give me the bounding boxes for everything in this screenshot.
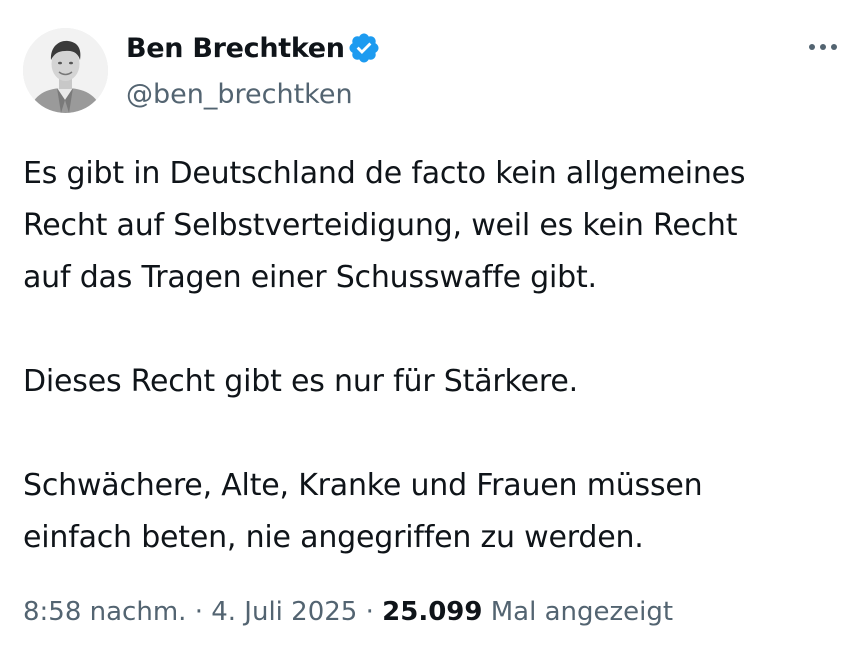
more-button[interactable] xyxy=(802,30,844,64)
tweet-text: Es gibt in Deutschland de facto kein all… xyxy=(23,148,843,564)
more-horizontal-icon xyxy=(809,44,837,50)
tweet-date[interactable]: 4. Juli 2025 xyxy=(211,597,357,627)
verified-badge-icon[interactable] xyxy=(347,31,381,65)
views-count: 25.099 xyxy=(382,597,483,627)
tweet-time[interactable]: 8:58 nachm. xyxy=(23,597,186,627)
tweet-card: Ben Brechtken @ben_brechtken Es gibt in … xyxy=(0,0,865,665)
tweet-text-line: Recht auf Selbstverteidigung, weil es ke… xyxy=(23,208,738,243)
display-name[interactable]: Ben Brechtken xyxy=(126,30,345,68)
tweet-text-line: einfach beten, nie angegriffen zu werden… xyxy=(23,520,644,555)
views-label: Mal angezeigt xyxy=(490,597,674,627)
tweet-text-line: Dieses Recht gibt es nur für Stärkere. xyxy=(23,364,578,399)
tweet-text-line: auf das Tragen einer Schusswaffe gibt. xyxy=(23,260,597,295)
avatar[interactable] xyxy=(23,28,108,113)
avatar-photo-icon xyxy=(23,28,108,113)
tweet-text-line: Es gibt in Deutschland de facto kein all… xyxy=(23,156,746,191)
meta-separator: · xyxy=(357,597,383,627)
tweet-text-line: Schwächere, Alte, Kranke und Frauen müss… xyxy=(23,468,703,503)
meta-separator: · xyxy=(186,597,212,627)
user-handle[interactable]: @ben_brechtken xyxy=(126,77,353,113)
tweet-meta: 8:58 nachm. · 4. Juli 2025 · 25.099 Mal … xyxy=(23,592,673,632)
